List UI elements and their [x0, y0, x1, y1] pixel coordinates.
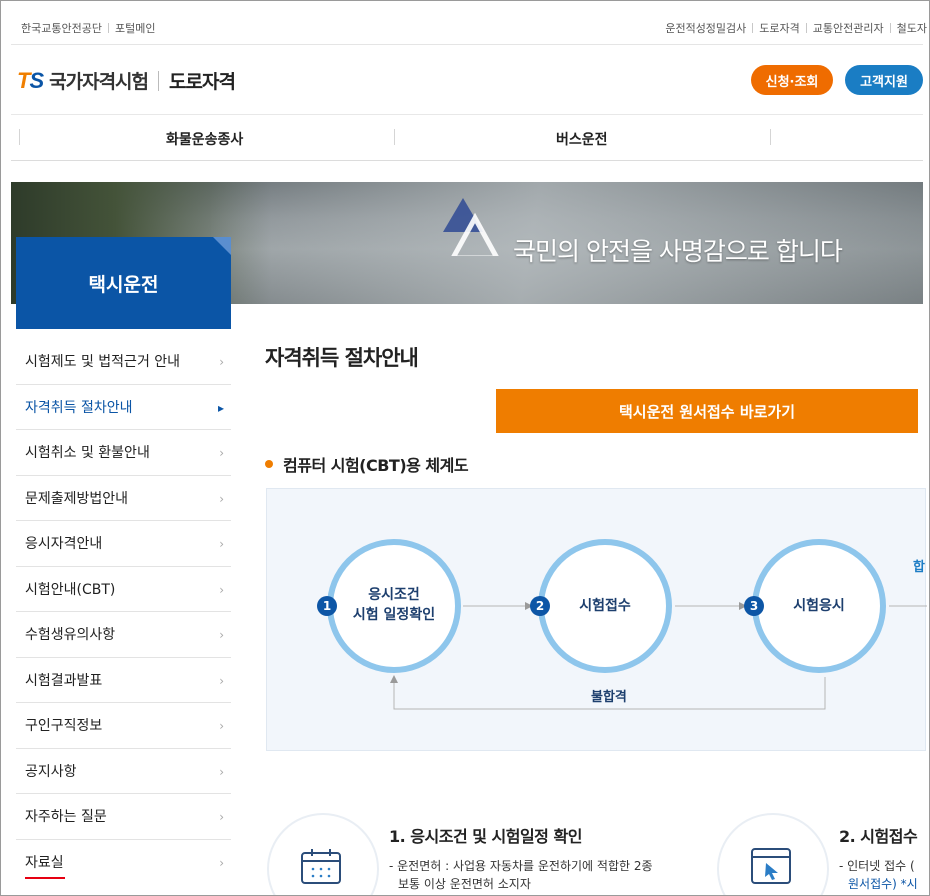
util-link-aptitude[interactable]: 운전적성정밀검사	[665, 20, 746, 36]
flow-step-3-label: 시험응시	[793, 598, 845, 614]
sidebar-item-label: 시험안내(CBT)	[25, 581, 116, 598]
logo-letter-s: S	[29, 67, 44, 93]
chevron-right-icon: ›	[219, 855, 224, 870]
fail-label: 불합격	[591, 690, 627, 705]
chevron-right-icon: ›	[219, 537, 224, 551]
nav-divider	[770, 129, 771, 145]
utility-bar: 한국교통안전공단 포털메인 운전적성정밀검사 도로자격 교통안전관리자 철도자	[11, 9, 927, 45]
main-nav: 화물운송종사 버스운전	[11, 115, 923, 161]
chevron-right-icon: ›	[219, 628, 224, 642]
step-1-title: 1. 응시조건 및 시험일정 확인	[389, 827, 582, 846]
chevron-right-icon: ▸	[217, 400, 224, 415]
sidebar-item-label: 문제출제방법안내	[25, 490, 129, 507]
sidebar-item-label: 구인구직정보	[25, 718, 103, 735]
sidebar-item-label: 자주하는 질문	[25, 809, 107, 826]
sidebar-item[interactable]: 시험안내(CBT) ›	[16, 567, 231, 612]
sidebar-item-label: 시험제도 및 법적근거 안내	[25, 354, 181, 371]
flow-step-1-line1: 응시조건	[368, 587, 420, 603]
util-divider	[752, 23, 754, 33]
taxi-application-button[interactable]: 택시운전 원서접수 바로가기	[496, 389, 918, 433]
sidebar-item-label: 시험결과발표	[25, 672, 103, 689]
flow-step-1-label: 응시조건 시험 일정확인	[339, 585, 449, 625]
section-title-box: 택시운전	[16, 237, 231, 329]
sidebar-item-label: 시험취소 및 환불안내	[25, 445, 150, 462]
util-link-road[interactable]: 도로자격	[759, 20, 799, 36]
step-2-description: - 인터넷 접수 ( 원서접수) *시	[839, 857, 929, 893]
site-header: TS 국가자격시험 도로자격 신청·조회 고객지원	[11, 45, 923, 115]
site-name: 도로자격	[169, 71, 236, 93]
step-1-description: - 운전면허 : 사업용 자동차를 운전하기에 적합한 2종 보통 이상 운전면…	[389, 857, 689, 893]
sidebar-item-label: 공지사항	[25, 763, 77, 780]
sidebar-item[interactable]: 자격취득 절차안내 ▸	[16, 385, 231, 430]
side-nav: 시험제도 및 법적근거 안내 › 자격취득 절차안내 ▸ 시험취소 및 환불안내 › 문제출…	[16, 339, 231, 885]
section-heading: 컴퓨터 시험(CBT)용 체계도	[265, 452, 469, 476]
customer-support-button[interactable]: 고객지원	[845, 65, 923, 95]
sidebar-item[interactable]: 공지사항 ›	[16, 749, 231, 794]
logo-divider	[158, 70, 160, 91]
sidebar-item[interactable]: 응시자격안내 ›	[16, 521, 231, 567]
chevron-right-icon: ›	[219, 673, 224, 688]
title-fold-corner	[213, 237, 231, 255]
util-link-kotsa[interactable]: 한국교통안전공단	[21, 20, 102, 36]
ts-logo: TS	[17, 67, 44, 94]
step-2-desc-line1: - 인터넷 접수 (	[839, 859, 915, 873]
apply-inquiry-button[interactable]: 신청·조회	[751, 65, 833, 95]
nav-divider	[19, 129, 20, 145]
flow-step-2-label: 시험접수	[579, 598, 631, 614]
sidebar-item-label: 자료실	[25, 855, 64, 872]
chevron-right-icon: ›	[219, 446, 224, 460]
sidebar-item[interactable]: 시험결과발표 ›	[16, 658, 231, 703]
util-link-safety-manager[interactable]: 교통안전관리자	[813, 20, 884, 36]
sidebar-item-label: 자격취득 절차안내	[25, 399, 133, 416]
sidebar-item-label: 수험생유의사항	[25, 627, 116, 644]
site-logo[interactable]: TS 국가자격시험 도로자격	[17, 67, 236, 94]
section-heading-text: 컴퓨터 시험(CBT)용 체계도	[283, 456, 469, 475]
triangle-logo-icon	[443, 198, 499, 256]
chevron-right-icon: ›	[219, 810, 224, 824]
step-number-badge: 2	[530, 596, 550, 616]
sidebar-item[interactable]: 자주하는 질문 ›	[16, 794, 231, 840]
page-title: 자격취득 절차안내	[265, 346, 419, 370]
logo-letter-t: T	[17, 67, 30, 93]
chevron-right-icon: ›	[219, 764, 224, 779]
logo-name: 국가자격시험	[49, 71, 149, 93]
util-divider	[805, 23, 807, 33]
cursor-window-icon	[751, 848, 791, 884]
bullet-icon	[265, 460, 273, 468]
sidebar-item[interactable]: 시험제도 및 법적근거 안내 ›	[16, 339, 231, 385]
nav-divider	[394, 129, 395, 145]
step-1-desc-line2: 보통 이상 운전면허 소지자	[398, 877, 531, 891]
chevron-right-icon: ›	[219, 491, 224, 506]
util-divider	[107, 23, 109, 33]
step-number-badge: 1	[317, 596, 337, 616]
nav-item-freight[interactable]: 화물운송종사	[166, 129, 243, 149]
util-link-railway[interactable]: 철도자	[897, 20, 927, 36]
step-2-desc-line2: 원서접수) *시	[848, 877, 918, 891]
util-divider	[889, 23, 891, 33]
sidebar-item-label: 응시자격안내	[25, 536, 103, 553]
sidebar-item[interactable]: 구인구직정보 ›	[16, 703, 231, 749]
browser-viewport: 한국교통안전공단 포털메인 운전적성정밀검사 도로자격 교통안전관리자 철도자 …	[0, 0, 930, 896]
util-link-portal[interactable]: 포털메인	[115, 20, 155, 36]
flow-next-step-hint: 합	[913, 560, 925, 575]
step-2-title: 2. 시험접수	[839, 827, 918, 846]
sidebar-item[interactable]: 문제출제방법안내 ›	[16, 476, 231, 521]
chevron-right-icon: ›	[219, 719, 224, 733]
nav-item-bus[interactable]: 버스운전	[556, 129, 608, 149]
sidebar-item[interactable]: 시험취소 및 환불안내 ›	[16, 430, 231, 476]
cbt-flow-diagram: 1 응시조건 시험 일정확인 2 시험접수 3 시험응시 불합격 합	[266, 488, 927, 751]
flow-step-1-line2: 시험 일정확인	[352, 607, 436, 623]
sidebar-item[interactable]: 수험생유의사항 ›	[16, 612, 231, 658]
calendar-icon	[301, 849, 341, 884]
sidebar-item[interactable]: 자료실 ›	[16, 840, 231, 886]
fail-loop-arrowhead	[390, 675, 398, 683]
banner-slogan: 국민의 안전을 사명감으로 합니다	[513, 237, 843, 266]
highlight-underline	[25, 877, 65, 879]
step-1-desc-line1: - 운전면허 : 사업용 자동차를 운전하기에 적합한 2종	[389, 859, 653, 873]
chevron-right-icon: ›	[219, 582, 224, 597]
chevron-right-icon: ›	[219, 355, 224, 369]
step-number-badge: 3	[744, 596, 764, 616]
